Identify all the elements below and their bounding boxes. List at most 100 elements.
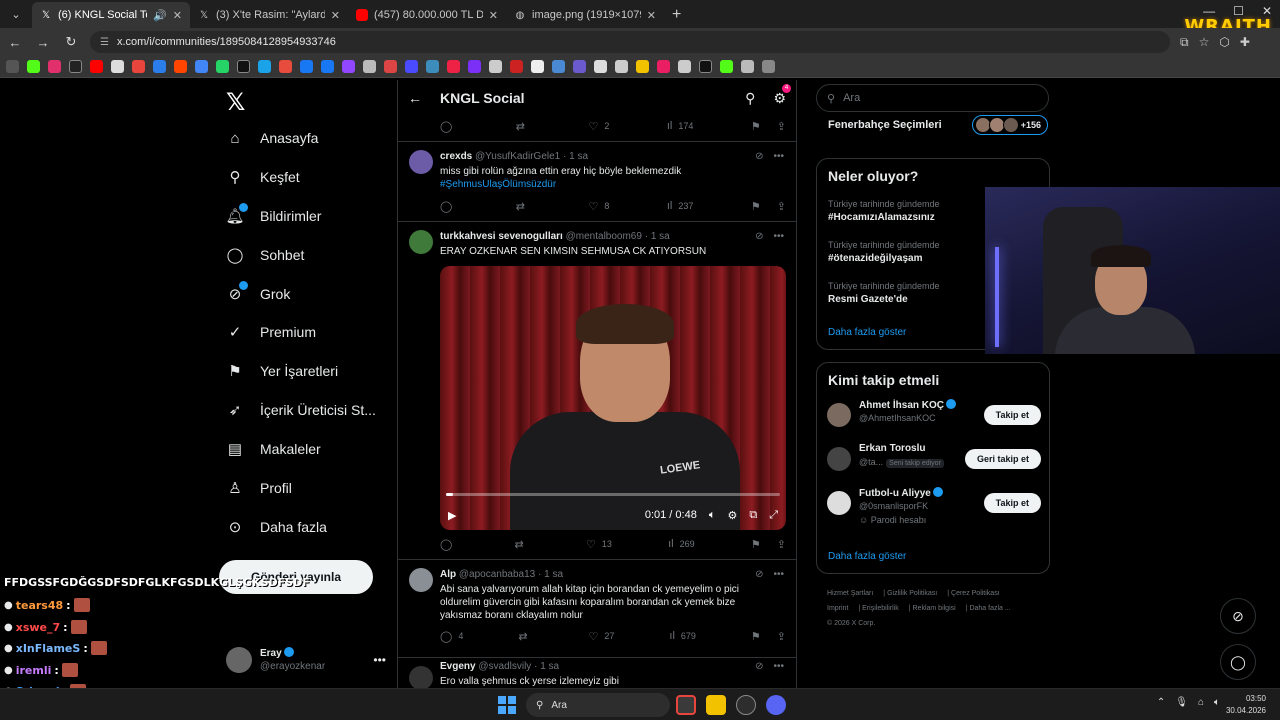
- bookmark-icon[interactable]: [363, 60, 376, 73]
- bookmark-icon[interactable]: [321, 60, 334, 73]
- bookmark-icon[interactable]: [762, 60, 775, 73]
- bookmark-icon[interactable]: [720, 60, 733, 73]
- more-options-icon[interactable]: •••: [773, 231, 784, 242]
- follow-suggestion[interactable]: Erkan Toroslu @ta... Seni takip ediyor Ge…: [827, 441, 1041, 477]
- bookmark-icon[interactable]: [468, 60, 481, 73]
- author-name[interactable]: Evgeny: [440, 661, 476, 672]
- bookmark-icon[interactable]: [615, 60, 628, 73]
- nav-item-articles[interactable]: ▤ Makaleler: [226, 430, 321, 468]
- retweet-button[interactable]: ⇄: [516, 200, 531, 213]
- author-handle[interactable]: @svadlsvily: [478, 661, 531, 672]
- search-input[interactable]: ⚲ Ara: [816, 84, 1049, 112]
- volume-icon[interactable]: 🔈︎: [1214, 697, 1220, 708]
- bookmark-icon[interactable]: ⚑: [751, 538, 761, 551]
- more-options-icon[interactable]: •••: [373, 653, 386, 667]
- follow-suggestion[interactable]: Futbol-u Aliyye @0smanlisporFK ☺ Parodi …: [827, 485, 1041, 525]
- follow-button[interactable]: Takip et: [983, 405, 1041, 425]
- reply-button[interactable]: ◯: [440, 538, 458, 551]
- grok-fab-button[interactable]: ⊘: [1220, 598, 1256, 634]
- back-icon[interactable]: ←: [6, 35, 24, 50]
- bookmark-icon[interactable]: [678, 60, 691, 73]
- bookmark-icon[interactable]: ⚑: [751, 120, 761, 133]
- avatar[interactable]: [827, 447, 851, 471]
- video-progress-bar[interactable]: [446, 493, 780, 496]
- bookmark-icon[interactable]: [510, 60, 523, 73]
- chrome-icon[interactable]: [676, 695, 696, 715]
- mic-icon[interactable]: 🎙︎: [1175, 697, 1188, 708]
- bookmark-icon[interactable]: [489, 60, 502, 73]
- bookmark-icon[interactable]: [195, 60, 208, 73]
- footer-link[interactable]: Imprint: [827, 605, 848, 612]
- footer-link[interactable]: Hizmet Şartları: [827, 590, 873, 597]
- bookmark-icon[interactable]: [27, 60, 40, 73]
- video-player[interactable]: LOEWE ▶ 0:01 / 0:48 🔈︎ ⚙ ⧉ ⤢: [440, 266, 786, 530]
- browser-tab[interactable]: ◍ image.png (1919×1079) ✕: [506, 2, 664, 28]
- footer-link[interactable]: Daha fazla ...: [969, 605, 1010, 612]
- reply-button[interactable]: ◯ 4: [440, 630, 463, 643]
- forward-icon[interactable]: →: [34, 35, 52, 50]
- speaker-icon[interactable]: 🔊: [153, 9, 167, 22]
- extension-icon[interactable]: ⬡: [1219, 35, 1229, 49]
- avatar[interactable]: [409, 150, 433, 174]
- nav-item-explore[interactable]: ⚲ Keşfet: [226, 158, 300, 196]
- discord-icon[interactable]: [766, 695, 786, 715]
- windows-start-icon[interactable]: [498, 696, 516, 714]
- new-tab-button[interactable]: +: [664, 2, 689, 28]
- play-icon[interactable]: ▶: [448, 509, 456, 522]
- footer-link[interactable]: Erişilebilirlik: [862, 605, 899, 612]
- bookmark-icon[interactable]: [573, 60, 586, 73]
- avatar[interactable]: [827, 403, 851, 427]
- hashtag-link[interactable]: #ŞehmusUlaşÖlümsüzdür: [440, 178, 780, 191]
- more-options-icon[interactable]: •••: [773, 151, 784, 162]
- author-name[interactable]: turkkahvesi sevenogulları: [440, 231, 563, 242]
- settings-icon[interactable]: ⚙: [727, 509, 737, 522]
- share-icon[interactable]: ⇪: [777, 120, 786, 133]
- footer-link[interactable]: Gizlilik Politikası: [887, 590, 937, 597]
- taskbar-search[interactable]: ⚲ Ara: [526, 693, 670, 717]
- share-icon[interactable]: ⇪: [777, 200, 786, 213]
- bookmark-icon[interactable]: [342, 60, 355, 73]
- share-icon[interactable]: ⇪: [777, 630, 786, 643]
- bookmark-icon[interactable]: [699, 60, 712, 73]
- show-more-link[interactable]: Daha fazla göster: [828, 327, 906, 338]
- network-icon[interactable]: ⌂: [1198, 697, 1204, 708]
- nav-item-premium[interactable]: ✓ Premium: [226, 313, 316, 351]
- pip-icon[interactable]: ⧉: [749, 509, 757, 522]
- follow-back-button[interactable]: Geri takip et: [964, 449, 1041, 469]
- bookmark-icon[interactable]: [636, 60, 649, 73]
- like-button[interactable]: ♡ 27: [589, 630, 615, 643]
- footer-link[interactable]: Reklam bilgisi: [913, 605, 956, 612]
- install-icon[interactable]: ⧉: [1180, 35, 1189, 50]
- settings-icon[interactable]: ⚙ 4: [773, 83, 791, 107]
- member-avatars[interactable]: +156: [971, 115, 1048, 135]
- avatar[interactable]: [409, 666, 433, 690]
- back-arrow-icon[interactable]: ←: [408, 90, 422, 106]
- reply-button[interactable]: ◯: [440, 200, 458, 213]
- grok-icon[interactable]: ⊘: [755, 151, 763, 162]
- trend-item[interactable]: Resmi Gazete'de: [828, 294, 908, 305]
- tweet[interactable]: crexds @YusufKadirGele1 · 1 sa ⊘ ••• mis…: [398, 141, 796, 221]
- bookmark-icon[interactable]: [657, 60, 670, 73]
- nav-item-more[interactable]: ⊙ Daha fazla: [226, 508, 327, 546]
- views-button[interactable]: ıl 269: [668, 538, 695, 550]
- bookmark-icon[interactable]: [300, 60, 313, 73]
- site-info-icon[interactable]: ☰: [100, 37, 109, 48]
- author-name[interactable]: crexds: [440, 151, 472, 162]
- community-row[interactable]: Fenerbahçe Seçimleri +156: [828, 112, 1048, 138]
- bookmark-icon[interactable]: [48, 60, 61, 73]
- tweet[interactable]: turkkahvesi sevenogulları @mentalboom69 …: [398, 221, 796, 559]
- follow-suggestion[interactable]: Ahmet İhsan KOÇ @AhmetIhsanKOC Takip et: [827, 397, 1041, 433]
- nav-item-profile[interactable]: ♙ Profil: [226, 469, 292, 507]
- file-explorer-icon[interactable]: [706, 695, 726, 715]
- avatar[interactable]: [827, 491, 851, 515]
- author-handle[interactable]: @mentalboom69: [566, 231, 642, 242]
- more-options-icon[interactable]: •••: [773, 661, 784, 672]
- views-button[interactable]: ıl 237: [667, 200, 694, 212]
- trend-item[interactable]: #ötenazideğilyaşam: [828, 253, 922, 264]
- author-name[interactable]: Alp: [440, 569, 456, 580]
- nav-item-grok[interactable]: ⊘ Grok: [226, 275, 290, 313]
- star-icon[interactable]: ☆: [1199, 35, 1210, 49]
- avatar[interactable]: [409, 568, 433, 592]
- browser-tab[interactable]: 𝕏 (6) KNGL Social Topluluk / X 🔊 ✕: [32, 2, 190, 28]
- taskbar-clock[interactable]: 03:50 30.04.2026: [1226, 693, 1266, 717]
